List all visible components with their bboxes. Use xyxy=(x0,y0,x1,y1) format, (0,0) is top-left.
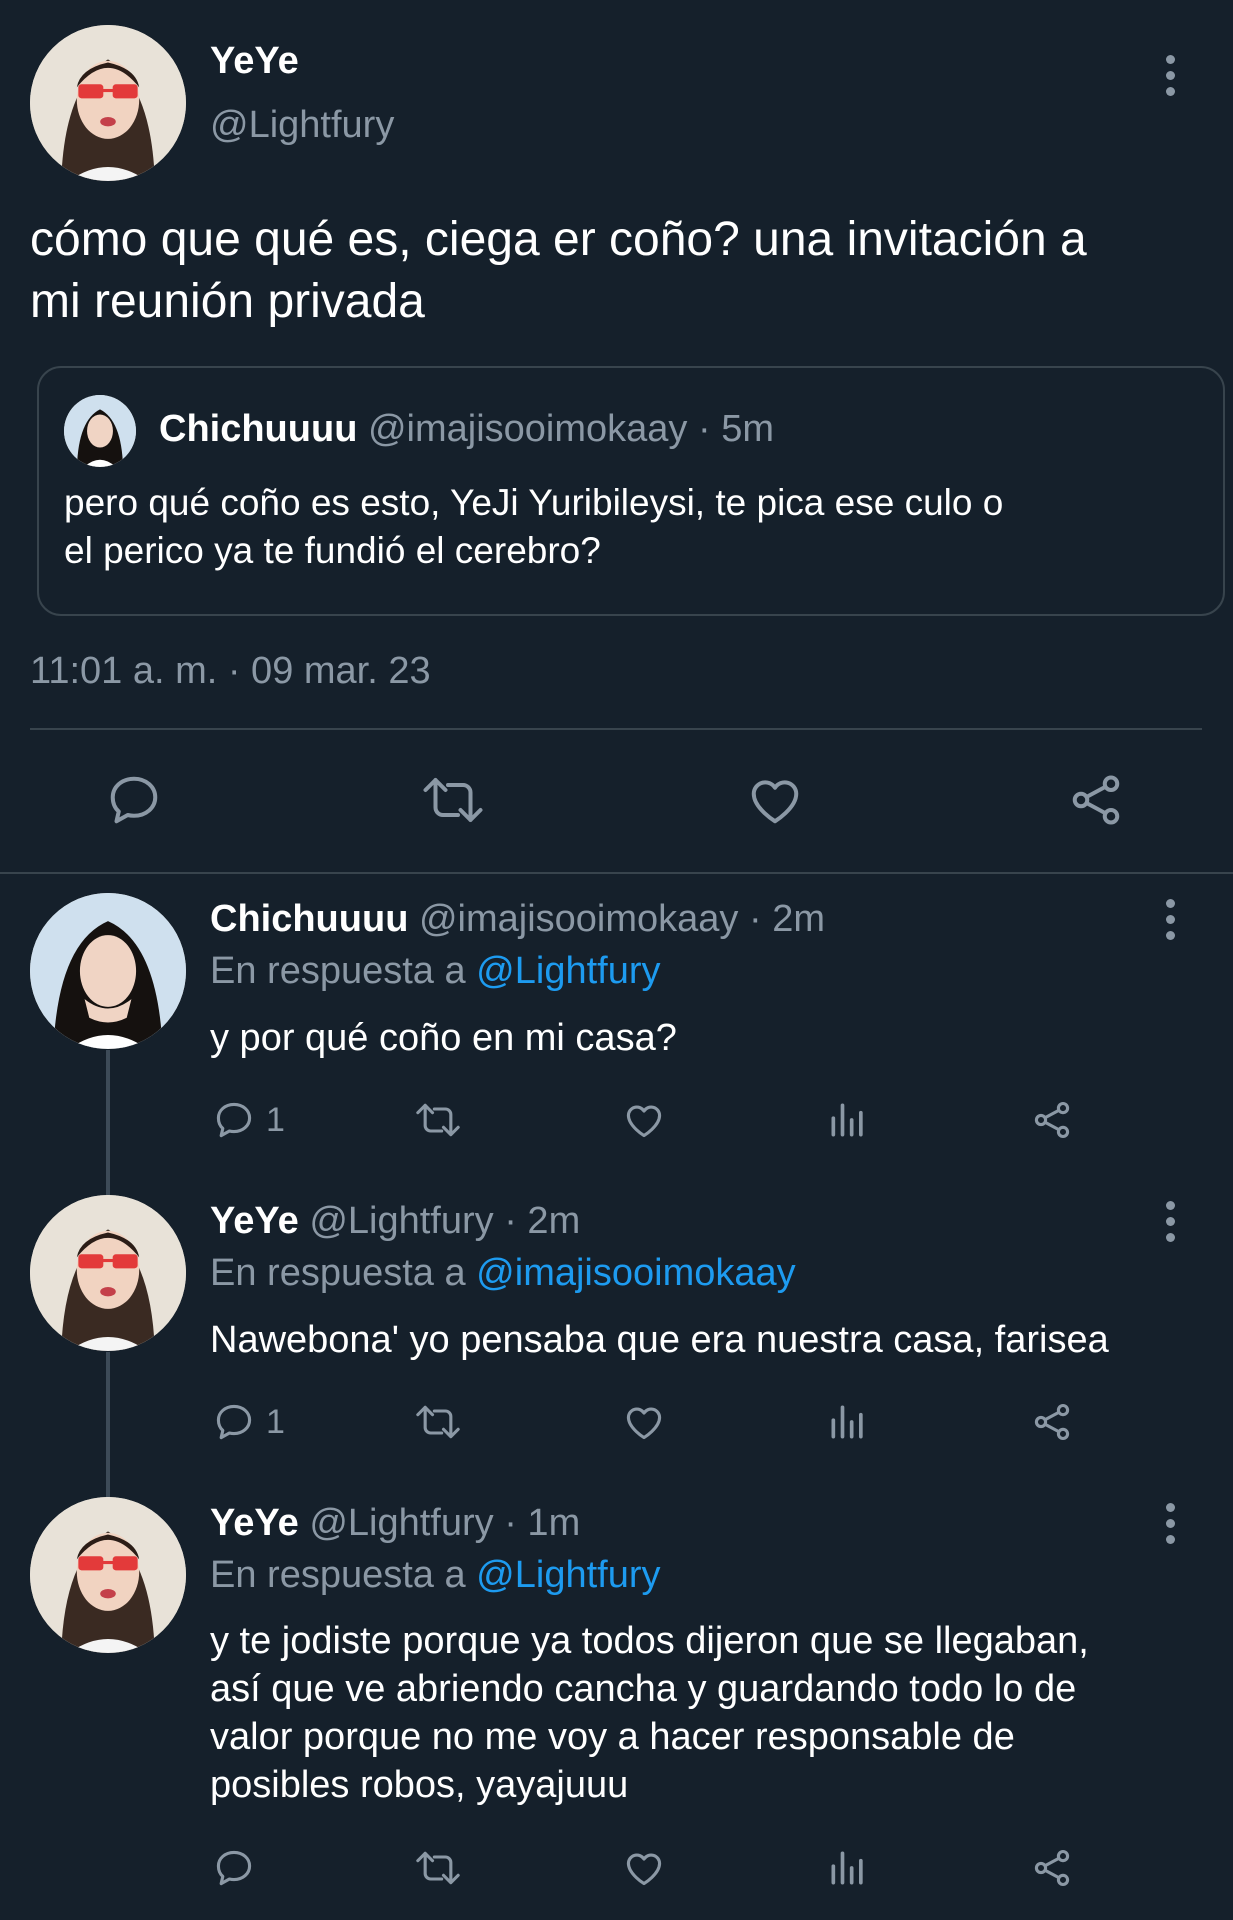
avatar-chichuuuu-image xyxy=(64,395,136,467)
share-button[interactable] xyxy=(1030,1098,1074,1142)
avatar[interactable] xyxy=(30,893,186,1049)
more-icon[interactable] xyxy=(1150,1488,1190,1558)
reply-header: Chichuuuu @imajisooimokaay · 2m xyxy=(210,898,825,941)
share-button[interactable] xyxy=(1030,1400,1074,1444)
reply-context: En respuesta a @Lightfury xyxy=(210,1554,661,1597)
divider xyxy=(0,872,1233,874)
mention-link[interactable]: @Lightfury xyxy=(476,950,660,992)
retweet-button[interactable] xyxy=(414,1846,462,1890)
views-icon xyxy=(831,1851,863,1885)
thread-line xyxy=(106,1352,110,1502)
like-button[interactable] xyxy=(622,1400,666,1444)
reply-button[interactable] xyxy=(104,770,164,830)
like-icon xyxy=(751,780,799,824)
retweet-icon xyxy=(416,1405,460,1439)
views-button[interactable] xyxy=(826,1846,870,1890)
avatar-yeye-image xyxy=(30,1497,186,1653)
reply-context: En respuesta a @imajisooimokaay xyxy=(210,1252,796,1295)
tweet-timestamp[interactable]: 11:01 a. m. · 09 mar. 23 xyxy=(30,650,431,693)
avatar-chichuuuu-image xyxy=(30,893,186,1049)
reply-prefix: En respuesta a xyxy=(210,1252,466,1294)
like-icon xyxy=(626,1105,662,1138)
retweet-button[interactable] xyxy=(420,770,486,830)
author-handle[interactable]: @Lightfury xyxy=(210,104,394,147)
retweet-icon xyxy=(416,1103,460,1137)
reply-text-line: Nawebona' yo pensaba que era nuestra cas… xyxy=(210,1319,1109,1361)
avatar[interactable] xyxy=(30,1195,186,1351)
quoted-author-name[interactable]: Chichuuuu xyxy=(159,408,357,450)
quoted-tweet[interactable]: Chichuuuu @imajisooimokaay · 5m pero qué… xyxy=(37,366,1225,616)
mention-link[interactable]: @imajisooimokaay xyxy=(476,1252,795,1294)
retweet-button[interactable] xyxy=(414,1400,462,1444)
reply-context: En respuesta a @Lightfury xyxy=(210,950,661,993)
more-icon[interactable] xyxy=(1150,40,1190,110)
reply-header: YeYe @Lightfury · 2m xyxy=(210,1200,580,1243)
like-button[interactable] xyxy=(622,1098,666,1142)
share-icon xyxy=(1034,1849,1070,1887)
like-button[interactable] xyxy=(622,1846,666,1890)
thread-line xyxy=(106,1050,110,1200)
views-button[interactable] xyxy=(826,1400,870,1444)
quoted-author-handle[interactable]: @imajisooimokaay xyxy=(368,408,687,450)
reply-text-line: así que ve abriendo cancha y guardando t… xyxy=(210,1668,1077,1710)
reply-time: · 1m xyxy=(504,1502,581,1544)
share-icon xyxy=(1034,1101,1070,1139)
more-icon[interactable] xyxy=(1150,1186,1190,1256)
avatar-yeye-image xyxy=(30,1195,186,1351)
reply-text-line: y te jodiste porque ya todos dijeron que… xyxy=(210,1620,1089,1662)
tweet-text-line: mi reunión privada xyxy=(30,275,425,328)
reply-time: · 2m xyxy=(504,1200,581,1242)
quoted-text-line: pero qué coño es esto, YeJi Yuribileysi,… xyxy=(64,482,1004,523)
avatar[interactable] xyxy=(30,25,186,181)
author-name[interactable]: Chichuuuu xyxy=(210,898,408,940)
share-icon xyxy=(1034,1403,1070,1441)
mention-link[interactable]: @Lightfury xyxy=(476,1554,660,1596)
reply-icon xyxy=(110,776,158,824)
reply-count: 1 xyxy=(266,1402,285,1441)
author-name[interactable]: YeYe xyxy=(210,1200,299,1242)
quoted-time: · 5m xyxy=(698,408,774,450)
reply-text-line: posibles robos, yayajuuu xyxy=(210,1764,629,1806)
share-icon xyxy=(1072,775,1120,825)
reply-header: YeYe @Lightfury · 1m xyxy=(210,1502,580,1545)
reply-text-line: y por qué coño en mi casa? xyxy=(210,1017,677,1059)
reply-button[interactable]: 1 xyxy=(212,1400,285,1444)
views-button[interactable] xyxy=(826,1098,870,1142)
reply-button[interactable]: 1 xyxy=(212,1098,285,1142)
author-handle[interactable]: @Lightfury xyxy=(309,1502,493,1544)
more-icon[interactable] xyxy=(1150,884,1190,954)
divider xyxy=(30,728,1202,730)
reply-prefix: En respuesta a xyxy=(210,1554,466,1596)
author-handle[interactable]: @Lightfury xyxy=(309,1200,493,1242)
like-button[interactable] xyxy=(745,770,805,830)
reply-count: 1 xyxy=(266,1100,285,1139)
reply-prefix: En respuesta a xyxy=(210,950,466,992)
share-button[interactable] xyxy=(1066,770,1126,830)
avatar[interactable] xyxy=(30,1497,186,1653)
reply-icon xyxy=(216,1102,252,1138)
author-name[interactable]: YeYe xyxy=(210,40,299,83)
avatar-yeye-image xyxy=(30,25,186,181)
retweet-button[interactable] xyxy=(414,1098,462,1142)
quoted-header: Chichuuuu @imajisooimokaay · 5m xyxy=(159,408,774,451)
reply-icon xyxy=(216,1850,252,1886)
views-icon xyxy=(831,1405,863,1439)
tweet-text-line: cómo que qué es, ciega er coño? una invi… xyxy=(30,213,1087,266)
views-icon xyxy=(831,1103,863,1137)
reply-icon xyxy=(216,1404,252,1440)
retweet-icon xyxy=(423,778,483,822)
reply-time: · 2m xyxy=(749,898,825,940)
author-handle[interactable]: @imajisooimokaay xyxy=(419,898,738,940)
like-icon xyxy=(626,1407,662,1440)
avatar xyxy=(64,395,136,467)
reply-button[interactable] xyxy=(212,1846,266,1890)
retweet-icon xyxy=(416,1851,460,1885)
like-icon xyxy=(626,1853,662,1886)
quoted-text-line: el perico ya te fundió el cerebro? xyxy=(64,530,601,571)
share-button[interactable] xyxy=(1030,1846,1074,1890)
reply-text-line: valor porque no me voy a hacer responsab… xyxy=(210,1716,1015,1758)
author-name[interactable]: YeYe xyxy=(210,1502,299,1544)
